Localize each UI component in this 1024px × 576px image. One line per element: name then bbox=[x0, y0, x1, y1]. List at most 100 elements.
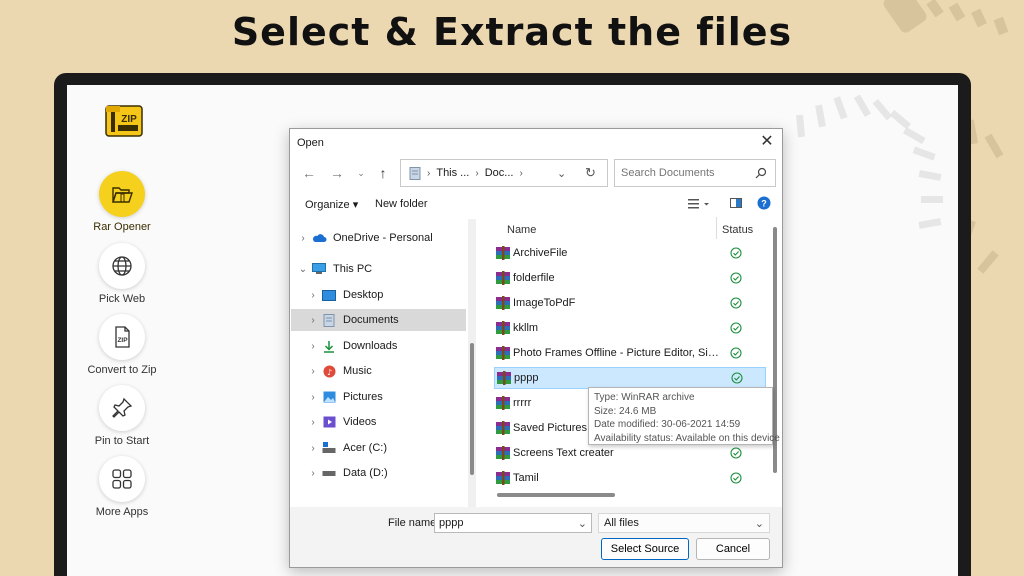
grid-apps-icon bbox=[112, 469, 132, 489]
chevron-right-icon[interactable]: › bbox=[305, 468, 321, 479]
available-check-icon bbox=[730, 297, 742, 309]
tooltip-modified: Date modified: 30-06-2021 14:59 bbox=[594, 419, 741, 430]
file-row[interactable]: kkllm bbox=[494, 317, 766, 339]
address-bar[interactable]: › This ... › Doc... › ⌄ ↻ bbox=[400, 159, 608, 187]
nav-convert-to-zip[interactable]: ZIP Convert to Zip bbox=[79, 314, 165, 376]
zipper-arc-decoration-icon bbox=[796, 94, 943, 229]
new-folder-button[interactable]: New folder bbox=[375, 198, 428, 210]
chevron-right-icon[interactable]: › bbox=[305, 443, 321, 454]
tree-label: This PC bbox=[333, 263, 373, 275]
nav-more-apps[interactable]: More Apps bbox=[79, 456, 165, 518]
chevron-right-icon[interactable]: › bbox=[305, 417, 321, 428]
tree-item-documents[interactable]: › Documents bbox=[291, 309, 466, 331]
tree-item-pictures[interactable]: › Pictures bbox=[295, 386, 465, 408]
chevron-right-icon[interactable]: › bbox=[295, 233, 311, 244]
tree-item-drive-c[interactable]: › Acer (C:) bbox=[295, 437, 465, 459]
search-icon[interactable] bbox=[755, 167, 767, 179]
file-row[interactable]: ArchiveFile bbox=[494, 242, 766, 264]
breadcrumb-this-pc[interactable]: This ... bbox=[436, 167, 469, 179]
file-row[interactable]: ImageToPdF bbox=[494, 292, 766, 314]
column-header-status[interactable]: Status bbox=[722, 224, 753, 236]
documents-icon bbox=[409, 166, 421, 180]
logo-text: ZIP bbox=[121, 114, 137, 125]
horizontal-scrollbar-thumb[interactable] bbox=[497, 493, 615, 497]
organize-button[interactable]: Organize ▾ bbox=[305, 198, 358, 211]
pictures-icon bbox=[323, 391, 335, 403]
file-row[interactable]: folderfile bbox=[494, 267, 766, 289]
winrar-archive-icon bbox=[496, 421, 510, 435]
chevron-right-icon[interactable]: › bbox=[305, 366, 321, 377]
file-list: ⌃ Name Status ArchiveFile folderfile Image… bbox=[480, 217, 778, 507]
available-check-icon bbox=[731, 372, 743, 384]
refresh-icon[interactable]: ↻ bbox=[585, 165, 596, 181]
nav-pick-web[interactable]: Pick Web bbox=[79, 243, 165, 305]
file-name-label: File name: bbox=[388, 517, 440, 529]
tree-label: Data (D:) bbox=[343, 467, 388, 479]
search-input[interactable] bbox=[621, 167, 755, 179]
available-check-icon bbox=[730, 247, 742, 259]
pin-icon bbox=[112, 397, 133, 418]
nav-label: Rar Opener bbox=[93, 221, 151, 233]
chevron-down-icon[interactable]: ⌄ bbox=[578, 517, 587, 530]
nav-pin-to-start[interactable]: Pin to Start bbox=[79, 385, 165, 447]
file-name: ImageToPdF bbox=[513, 297, 576, 309]
navigation-bar: ← → ⌄ ↑ › This ... › Doc... › ⌄ ↻ bbox=[290, 159, 782, 187]
file-row[interactable]: Screens Text creater bbox=[494, 442, 766, 464]
address-dropdown-icon[interactable]: ⌄ bbox=[557, 167, 566, 180]
chevron-right-icon[interactable]: › bbox=[305, 290, 321, 301]
tree-item-videos[interactable]: › Videos bbox=[295, 411, 465, 433]
select-source-button[interactable]: Select Source bbox=[601, 538, 689, 560]
dialog-title: Open bbox=[297, 137, 324, 149]
tree-label: Music bbox=[343, 365, 372, 377]
tree-item-this-pc[interactable]: ⌄ This PC bbox=[295, 258, 465, 280]
zip-logo-icon: ZIP bbox=[105, 105, 143, 137]
nav-label: Pick Web bbox=[98, 293, 146, 305]
tree-label: Desktop bbox=[343, 289, 384, 301]
file-row[interactable]: pppp bbox=[494, 367, 766, 389]
tree-item-onedrive[interactable]: › OneDrive - Personal bbox=[295, 227, 465, 249]
winrar-archive-icon bbox=[496, 446, 510, 460]
file-name-field[interactable]: pppp ⌄ bbox=[434, 513, 592, 533]
chevron-right-icon[interactable]: › bbox=[305, 315, 321, 326]
tooltip-size: Size: 24.6 MB bbox=[594, 405, 657, 417]
app-screen: ZIP Rar Opener Pick Web ZIP Convert to Z… bbox=[67, 85, 958, 576]
search-box[interactable] bbox=[614, 159, 776, 187]
file-row[interactable]: Tamil bbox=[494, 467, 766, 489]
chevron-down-icon[interactable]: ⌄ bbox=[295, 264, 311, 275]
file-row[interactable]: Photo Frames Offline - Picture Editor, S… bbox=[494, 342, 766, 364]
tree-item-music[interactable]: › ♪ Music bbox=[295, 360, 465, 382]
zip-file-icon: ZIP bbox=[115, 326, 130, 348]
nav-label: Pin to Start bbox=[94, 435, 150, 447]
close-icon[interactable]: ✕ bbox=[758, 133, 776, 151]
tree-label: Pictures bbox=[343, 391, 383, 403]
zipper-decoration-icon bbox=[883, 0, 1009, 36]
file-type-select[interactable]: All files ⌄ bbox=[598, 513, 770, 533]
tree-label: Documents bbox=[343, 314, 399, 326]
up-arrow-icon[interactable]: ↑ bbox=[374, 164, 392, 182]
view-options-icon[interactable] bbox=[688, 198, 710, 210]
recent-chevron-icon[interactable]: ⌄ bbox=[352, 164, 370, 182]
back-arrow-icon[interactable]: ← bbox=[300, 164, 318, 182]
tree-scrollbar[interactable] bbox=[468, 219, 476, 507]
file-name-value[interactable]: pppp bbox=[439, 517, 463, 529]
help-icon[interactable]: ? bbox=[757, 196, 771, 210]
preview-pane-icon[interactable] bbox=[730, 197, 742, 209]
chevron-right-icon[interactable]: › bbox=[305, 341, 321, 352]
file-name: pppp bbox=[514, 372, 539, 384]
column-header-name[interactable]: Name bbox=[507, 224, 536, 236]
file-name: ArchiveFile bbox=[513, 247, 568, 259]
forward-arrow-icon[interactable]: → bbox=[328, 164, 346, 182]
breadcrumb-documents[interactable]: Doc... bbox=[485, 167, 514, 179]
tree-item-downloads[interactable]: › Downloads bbox=[295, 335, 465, 357]
folder-open-icon bbox=[112, 187, 133, 203]
chevron-right-icon[interactable]: › bbox=[305, 392, 321, 403]
cloud-icon bbox=[312, 234, 326, 242]
tooltip-availability: Availability status: Available on this d… bbox=[594, 432, 780, 444]
winrar-archive-icon bbox=[496, 296, 510, 310]
nav-rar-opener[interactable]: Rar Opener bbox=[79, 171, 165, 233]
available-check-icon bbox=[730, 272, 742, 284]
scrollbar-thumb[interactable] bbox=[470, 343, 474, 475]
tree-item-desktop[interactable]: › Desktop bbox=[295, 284, 465, 306]
cancel-button[interactable]: Cancel bbox=[696, 538, 770, 560]
tree-item-drive-d[interactable]: › Data (D:) bbox=[295, 462, 465, 484]
